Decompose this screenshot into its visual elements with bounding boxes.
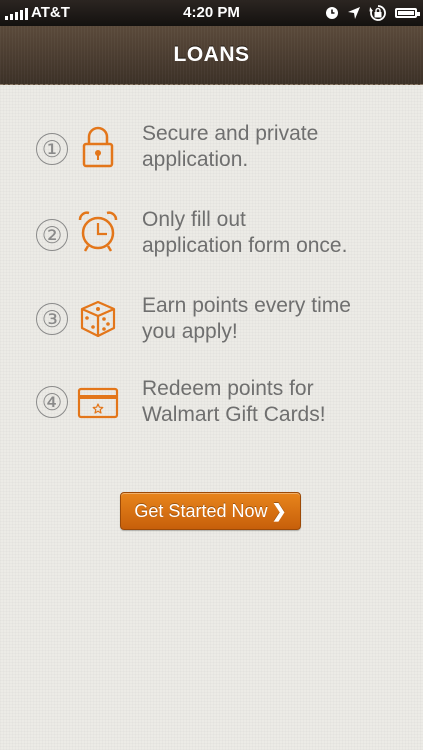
page-title: LOANS: [173, 43, 250, 66]
step-item: ③ Earn points every time you apply!: [0, 293, 423, 363]
step-number: ④: [36, 386, 68, 418]
step-number: ①: [36, 133, 68, 165]
chevron-right-icon: ❯: [271, 501, 287, 521]
step-number: ②: [36, 219, 68, 251]
step-text: Redeem points for Walmart Gift Cards!: [142, 377, 326, 426]
step-item: ④ Redeem points for Walmart Gift Cards!: [0, 376, 423, 446]
gift-card-icon: [77, 387, 119, 419]
step-text: Earn points every time you apply!: [142, 294, 351, 343]
location-arrow-icon: [348, 7, 360, 19]
battery-icon: [395, 8, 420, 18]
step-text: Secure and private application.: [142, 122, 319, 171]
step-number: ③: [36, 303, 68, 335]
step-item: ① Secure and private application.: [0, 121, 423, 191]
status-bar: AT&T 4:20 PM: [0, 0, 423, 26]
content-area: ① Secure and private application. ② Only…: [0, 85, 423, 750]
clock-icon: [326, 7, 338, 19]
step-text: Only fill out application form once.: [142, 208, 348, 257]
get-started-label: Get Started Now: [134, 501, 268, 521]
app-screen: AT&T 4:20 PM LOANS ① Secure and private …: [0, 0, 423, 750]
padlock-icon: [82, 126, 114, 168]
nav-bar: LOANS: [0, 26, 423, 85]
dice-icon: [80, 300, 116, 338]
status-icons: [325, 4, 420, 22]
rotation-lock-icon: [369, 5, 386, 21]
get-started-button[interactable]: Get Started Now ❯: [120, 492, 301, 530]
alarm-clock-icon: [78, 211, 118, 252]
step-item: ② Only fill out application form once.: [0, 207, 423, 277]
